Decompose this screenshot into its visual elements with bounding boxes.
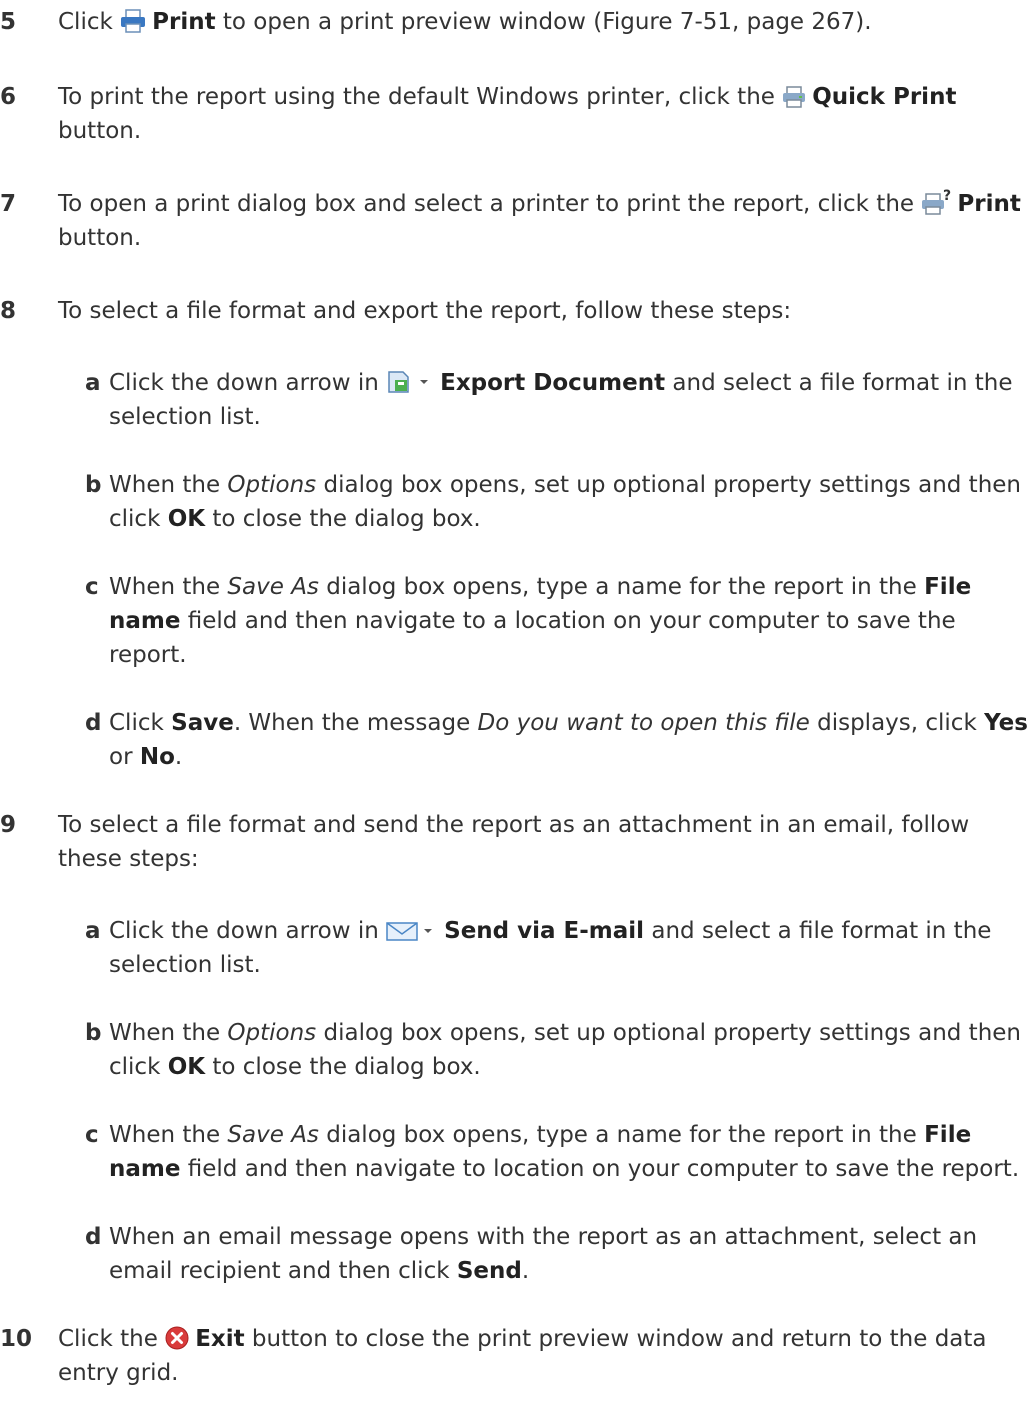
step-text-part: . (521, 1258, 530, 1284)
step-text-part: button. (58, 118, 142, 144)
send-via-email-label: Send via E-mail (444, 918, 645, 944)
step-number: 6 (0, 84, 17, 110)
no-label: No (139, 744, 175, 770)
step-text-part: Click the (58, 1326, 166, 1352)
step-text-part: When the (109, 1122, 228, 1148)
export-document-label: Export Document (440, 370, 666, 396)
ok-label: OK (167, 1054, 206, 1080)
substep-text: When the Options dialog box opens, set u… (109, 468, 1032, 536)
instruction-page: 5 Click Print to open a print preview wi… (0, 0, 1032, 1422)
step-text-part: Click (109, 710, 172, 736)
options-dialog-name: Options (227, 472, 317, 498)
step-text-part: dialog box opens, type a name for the re… (318, 574, 925, 600)
step-text: To select a file format and send the rep… (58, 812, 970, 872)
step-text-part: to close the dialog box. (205, 506, 481, 532)
step-number: 8 (0, 298, 17, 324)
substep-text: Click the down arrow in Send via E-mail … (109, 914, 1032, 982)
substep-text: When the Save As dialog box opens, type … (109, 570, 1032, 672)
print-dialog-icon: ? (921, 189, 951, 215)
substep-letter: b (85, 472, 102, 498)
step-text: Click Print to open a print preview wind… (58, 5, 1024, 39)
substep-text: Click the down arrow in Export Document … (109, 366, 1032, 434)
substep-letter: a (85, 918, 101, 944)
save-as-dialog-name: Save As (227, 574, 319, 600)
substep-text: When the Save As dialog box opens, type … (109, 1118, 1032, 1186)
substep-letter: c (85, 1122, 99, 1148)
print-button-label: Print (957, 191, 1021, 217)
step-text-part: Click the down arrow in (109, 370, 387, 396)
step-text-part: When the (109, 1020, 228, 1046)
exit-label: Exit (195, 1326, 245, 1352)
ok-label: OK (167, 506, 206, 532)
substep-text: Click Save. When the message Do you want… (109, 706, 1032, 774)
substep-text: When the Options dialog box opens, set u… (109, 1016, 1032, 1084)
step-text-part: dialog box opens, type a name for the re… (318, 1122, 925, 1148)
exit-icon (165, 1326, 189, 1350)
export-document-icon (386, 370, 434, 394)
step-text: To select a file format and export the r… (58, 298, 792, 324)
step-text-part: field and then navigate to location on y… (180, 1156, 1020, 1182)
svg-text:?: ? (943, 189, 951, 204)
step-text-part: To open a print dialog box and select a … (58, 191, 922, 217)
message-text: Do you want to open this file (477, 710, 810, 736)
email-envelope-icon (386, 920, 438, 942)
step-text-part: When the (109, 574, 228, 600)
step-number: 7 (0, 191, 17, 217)
step-text-part: to open a print preview window (Figure 7… (215, 9, 872, 35)
step-text-part: to close the dialog box. (205, 1054, 481, 1080)
yes-label: Yes (984, 710, 1028, 736)
quick-print-icon (782, 86, 806, 108)
printer-icon (120, 9, 146, 33)
step-text-part: displays, click (809, 710, 985, 736)
step-text-part: Click the down arrow in (109, 918, 387, 944)
print-label: Print (152, 9, 216, 35)
options-dialog-name: Options (227, 1020, 317, 1046)
step-text-part: . When the message (233, 710, 478, 736)
save-as-dialog-name: Save As (227, 1122, 319, 1148)
step-text: Click the Exit button to close the print… (58, 1322, 1024, 1390)
substep-letter: d (85, 710, 102, 736)
step-text-part: To print the report using the default Wi… (58, 84, 783, 110)
substep-letter: c (85, 574, 99, 600)
step-number: 10 (0, 1326, 33, 1352)
step-number: 9 (0, 812, 17, 838)
save-label: Save (171, 710, 234, 736)
step-number: 5 (0, 9, 17, 35)
step-text-part: field and then navigate to a location on… (109, 608, 956, 668)
substep-letter: b (85, 1020, 102, 1046)
substep-text: When an email message opens with the rep… (109, 1220, 1032, 1288)
step-text-part: button. (58, 225, 142, 251)
send-label: Send (456, 1258, 522, 1284)
substep-letter: a (85, 370, 101, 396)
step-text-part: When the (109, 472, 228, 498)
step-text: To open a print dialog box and select a … (58, 187, 1024, 255)
substep-letter: d (85, 1224, 102, 1250)
step-text-part: or (109, 744, 140, 770)
quick-print-label: Quick Print (812, 84, 957, 110)
step-text-part: When an email message opens with the rep… (109, 1224, 978, 1284)
step-text-part: Click (58, 9, 121, 35)
step-text-part: . (174, 744, 183, 770)
step-text: To print the report using the default Wi… (58, 80, 1024, 148)
